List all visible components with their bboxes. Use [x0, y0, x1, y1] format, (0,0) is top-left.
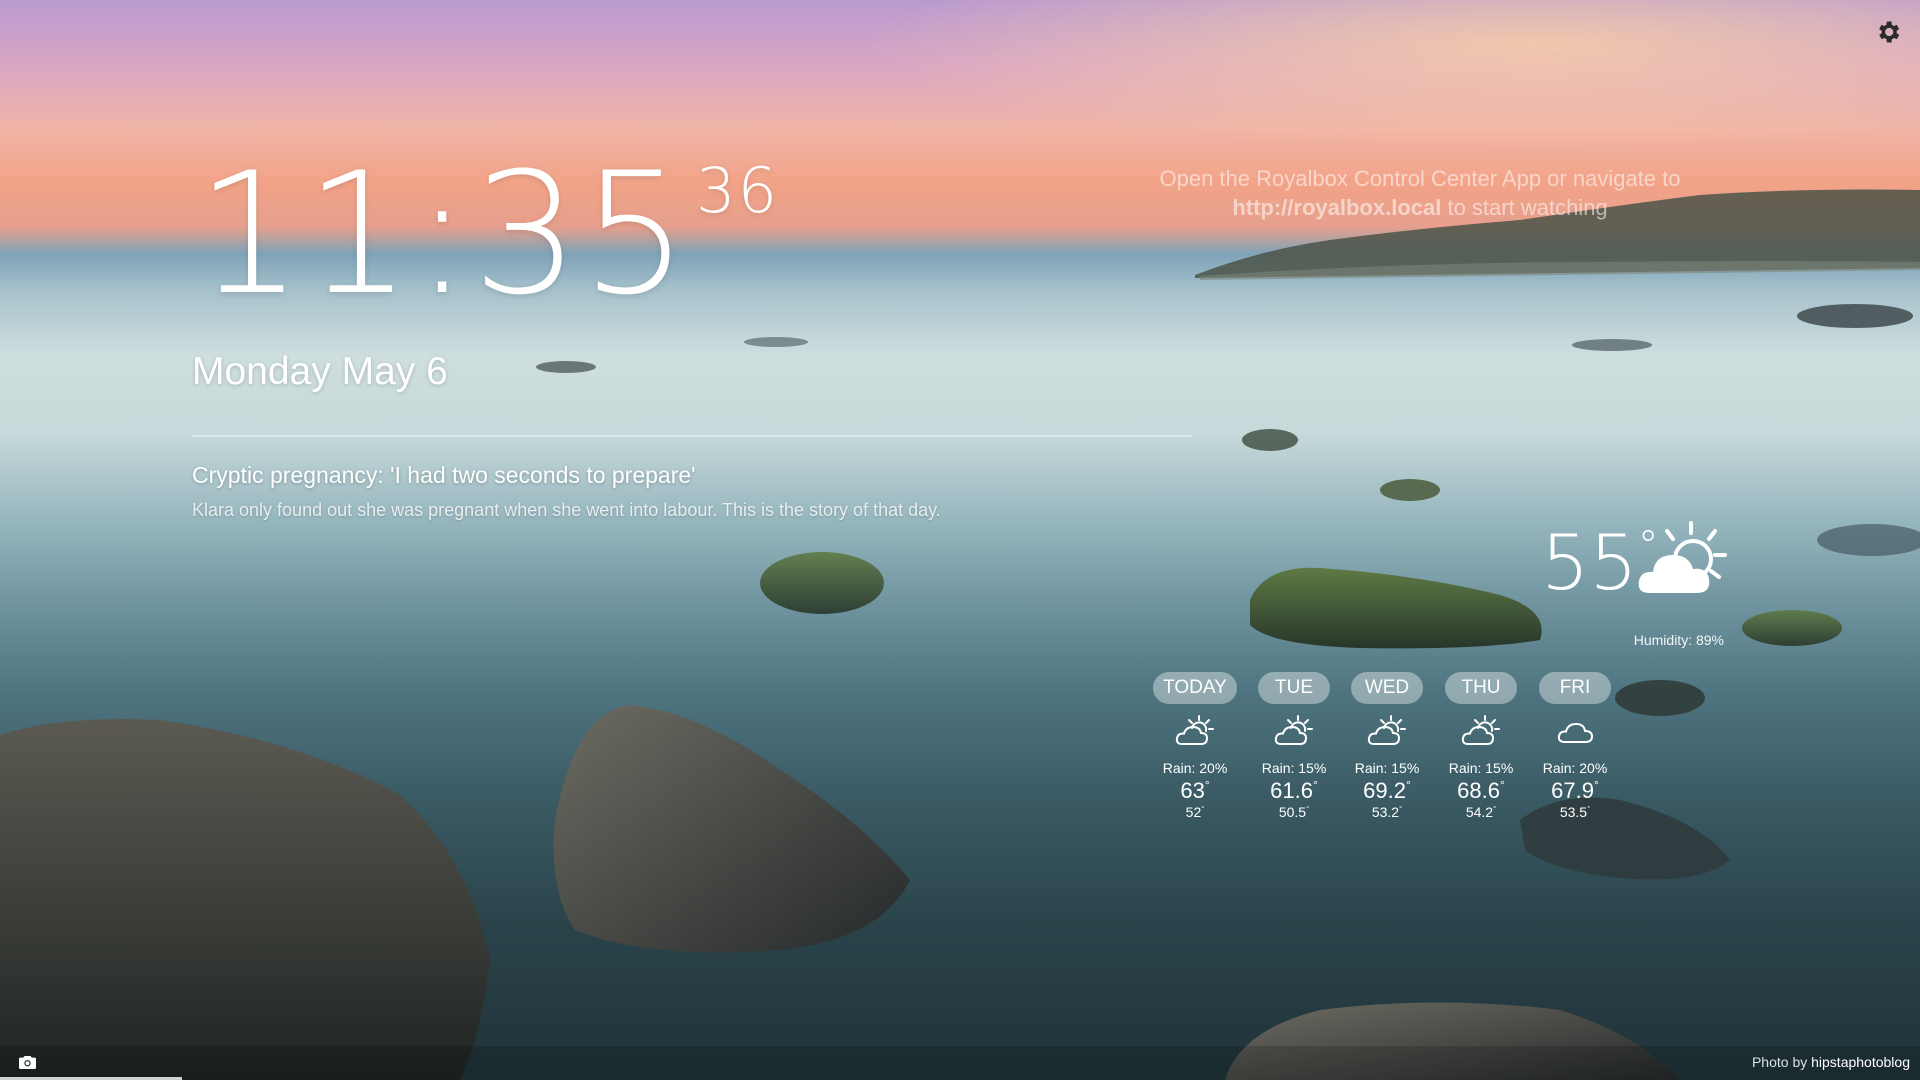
forecast-day-fri: FRI Rain: 20% 67.9° 53.5° [1530, 672, 1620, 820]
forecast-low-value: 53.5 [1559, 804, 1588, 820]
degree-symbol: ° [1587, 804, 1591, 813]
forecast-high-temp: 61.6° [1249, 778, 1339, 804]
forecast-high-temp: 69.2° [1342, 778, 1432, 804]
forecast-low-temp: 54.2° [1436, 804, 1526, 820]
degree-symbol: ° [1204, 778, 1210, 792]
forecast-rain-chance: Rain: 20% [1162, 760, 1228, 776]
current-temperature-value: 55 [1541, 518, 1638, 607]
photo-credit-author-link[interactable]: hipstaphotoblog [1811, 1054, 1910, 1070]
date-label: Monday May 6 [192, 350, 448, 393]
forecast-high-temp: 68.6° [1436, 778, 1526, 804]
forecast-day-tue: TUE Rain: 15% 61.6° 50.5° [1249, 672, 1339, 820]
partly-cloudy-day-icon [1638, 521, 1727, 593]
degree-symbol: ° [1405, 778, 1411, 792]
clock-time: 11:35 [196, 136, 691, 332]
cloudy-icon [1557, 722, 1594, 743]
partly-cloudy-day-icon [1461, 715, 1500, 745]
forecast-low-temp: 50.5° [1249, 804, 1339, 820]
clock-seconds: 36 [696, 154, 780, 227]
forecast-high-value: 61.6 [1270, 778, 1313, 803]
degree-symbol: ° [1499, 778, 1505, 792]
forecast-low-value: 53.2 [1371, 804, 1400, 820]
degree-symbol: ° [1306, 804, 1310, 813]
connect-message-line1: Open the Royalbox Control Center App or … [1159, 166, 1681, 191]
camera-icon[interactable] [19, 1055, 36, 1069]
degree-symbol: ° [1201, 804, 1205, 813]
forecast-rain-chance: Rain: 20% [1542, 760, 1608, 776]
forecast-rain-chance: Rain: 15% [1261, 760, 1327, 776]
forecast-low-value: 50.5 [1278, 804, 1307, 820]
forecast-high-temp: 63° [1150, 778, 1240, 804]
forecast-high-value: 67.9 [1551, 778, 1594, 803]
forecast-low-value: 54.2 [1465, 804, 1494, 820]
forecast-rain-chance: Rain: 15% [1354, 760, 1420, 776]
degree-symbol: ° [1593, 778, 1599, 792]
forecast-low-temp: 52° [1150, 804, 1240, 820]
partly-cloudy-day-icon [1274, 715, 1313, 745]
photo-credit-prefix: Photo by [1751, 1054, 1812, 1070]
forecast-day-label[interactable]: TODAY [1153, 672, 1237, 704]
forecast-day-label[interactable]: THU [1445, 672, 1517, 704]
footer-bar: Photo by hipstaphotoblog [0, 1046, 1920, 1080]
forecast-day-today: TODAY Rain: 20% 63° 52° [1150, 672, 1240, 820]
clock: 11:3536 [196, 150, 779, 318]
humidity-label: Humidity: 89% [1633, 632, 1724, 648]
forecast-day-label[interactable]: TUE [1258, 672, 1330, 704]
degree-symbol: ° [1399, 804, 1403, 813]
connect-message: Open the Royalbox Control Center App or … [1140, 164, 1700, 222]
connect-message-line2: http://royalbox.local to start watching [1140, 193, 1700, 222]
connect-url: http://royalbox.local [1232, 195, 1442, 220]
forecast-low-value: 52 [1185, 804, 1202, 820]
news-headline[interactable]: Cryptic pregnancy: 'I had two seconds to… [192, 462, 696, 489]
forecast-day-label[interactable]: FRI [1539, 672, 1611, 704]
forecast-day-wed: WED Rain: 15% 69.2° 53.2° [1342, 672, 1432, 820]
forecast-day-thu: THU Rain: 15% 68.6° 54.2° [1436, 672, 1526, 820]
partly-cloudy-day-icon [1367, 715, 1406, 745]
forecast-high-value: 68.6 [1457, 778, 1500, 803]
divider [192, 435, 1192, 437]
forecast-day-label[interactable]: WED [1351, 672, 1423, 704]
degree-symbol: ° [1312, 778, 1318, 792]
forecast-high-value: 69.2 [1363, 778, 1406, 803]
current-weather: 55° [1535, 521, 1735, 615]
news-summary: Klara only found out she was pregnant wh… [192, 500, 941, 520]
gear-icon[interactable] [1874, 18, 1902, 46]
screensaver-screen: 11:3536 Monday May 6 Cryptic pregnancy: … [0, 0, 1920, 1080]
photo-credit: Photo by hipstaphotoblog [1752, 1054, 1910, 1070]
partly-cloudy-day-icon [1175, 715, 1214, 745]
forecast-low-temp: 53.2° [1342, 804, 1432, 820]
connect-message-tail: to start watching [1441, 195, 1608, 220]
forecast-low-temp: 53.5° [1530, 804, 1620, 820]
forecast-high-value: 63 [1180, 778, 1205, 803]
degree-symbol: ° [1493, 804, 1497, 813]
forecast-high-temp: 67.9° [1530, 778, 1620, 804]
forecast-rain-chance: Rain: 15% [1448, 760, 1514, 776]
